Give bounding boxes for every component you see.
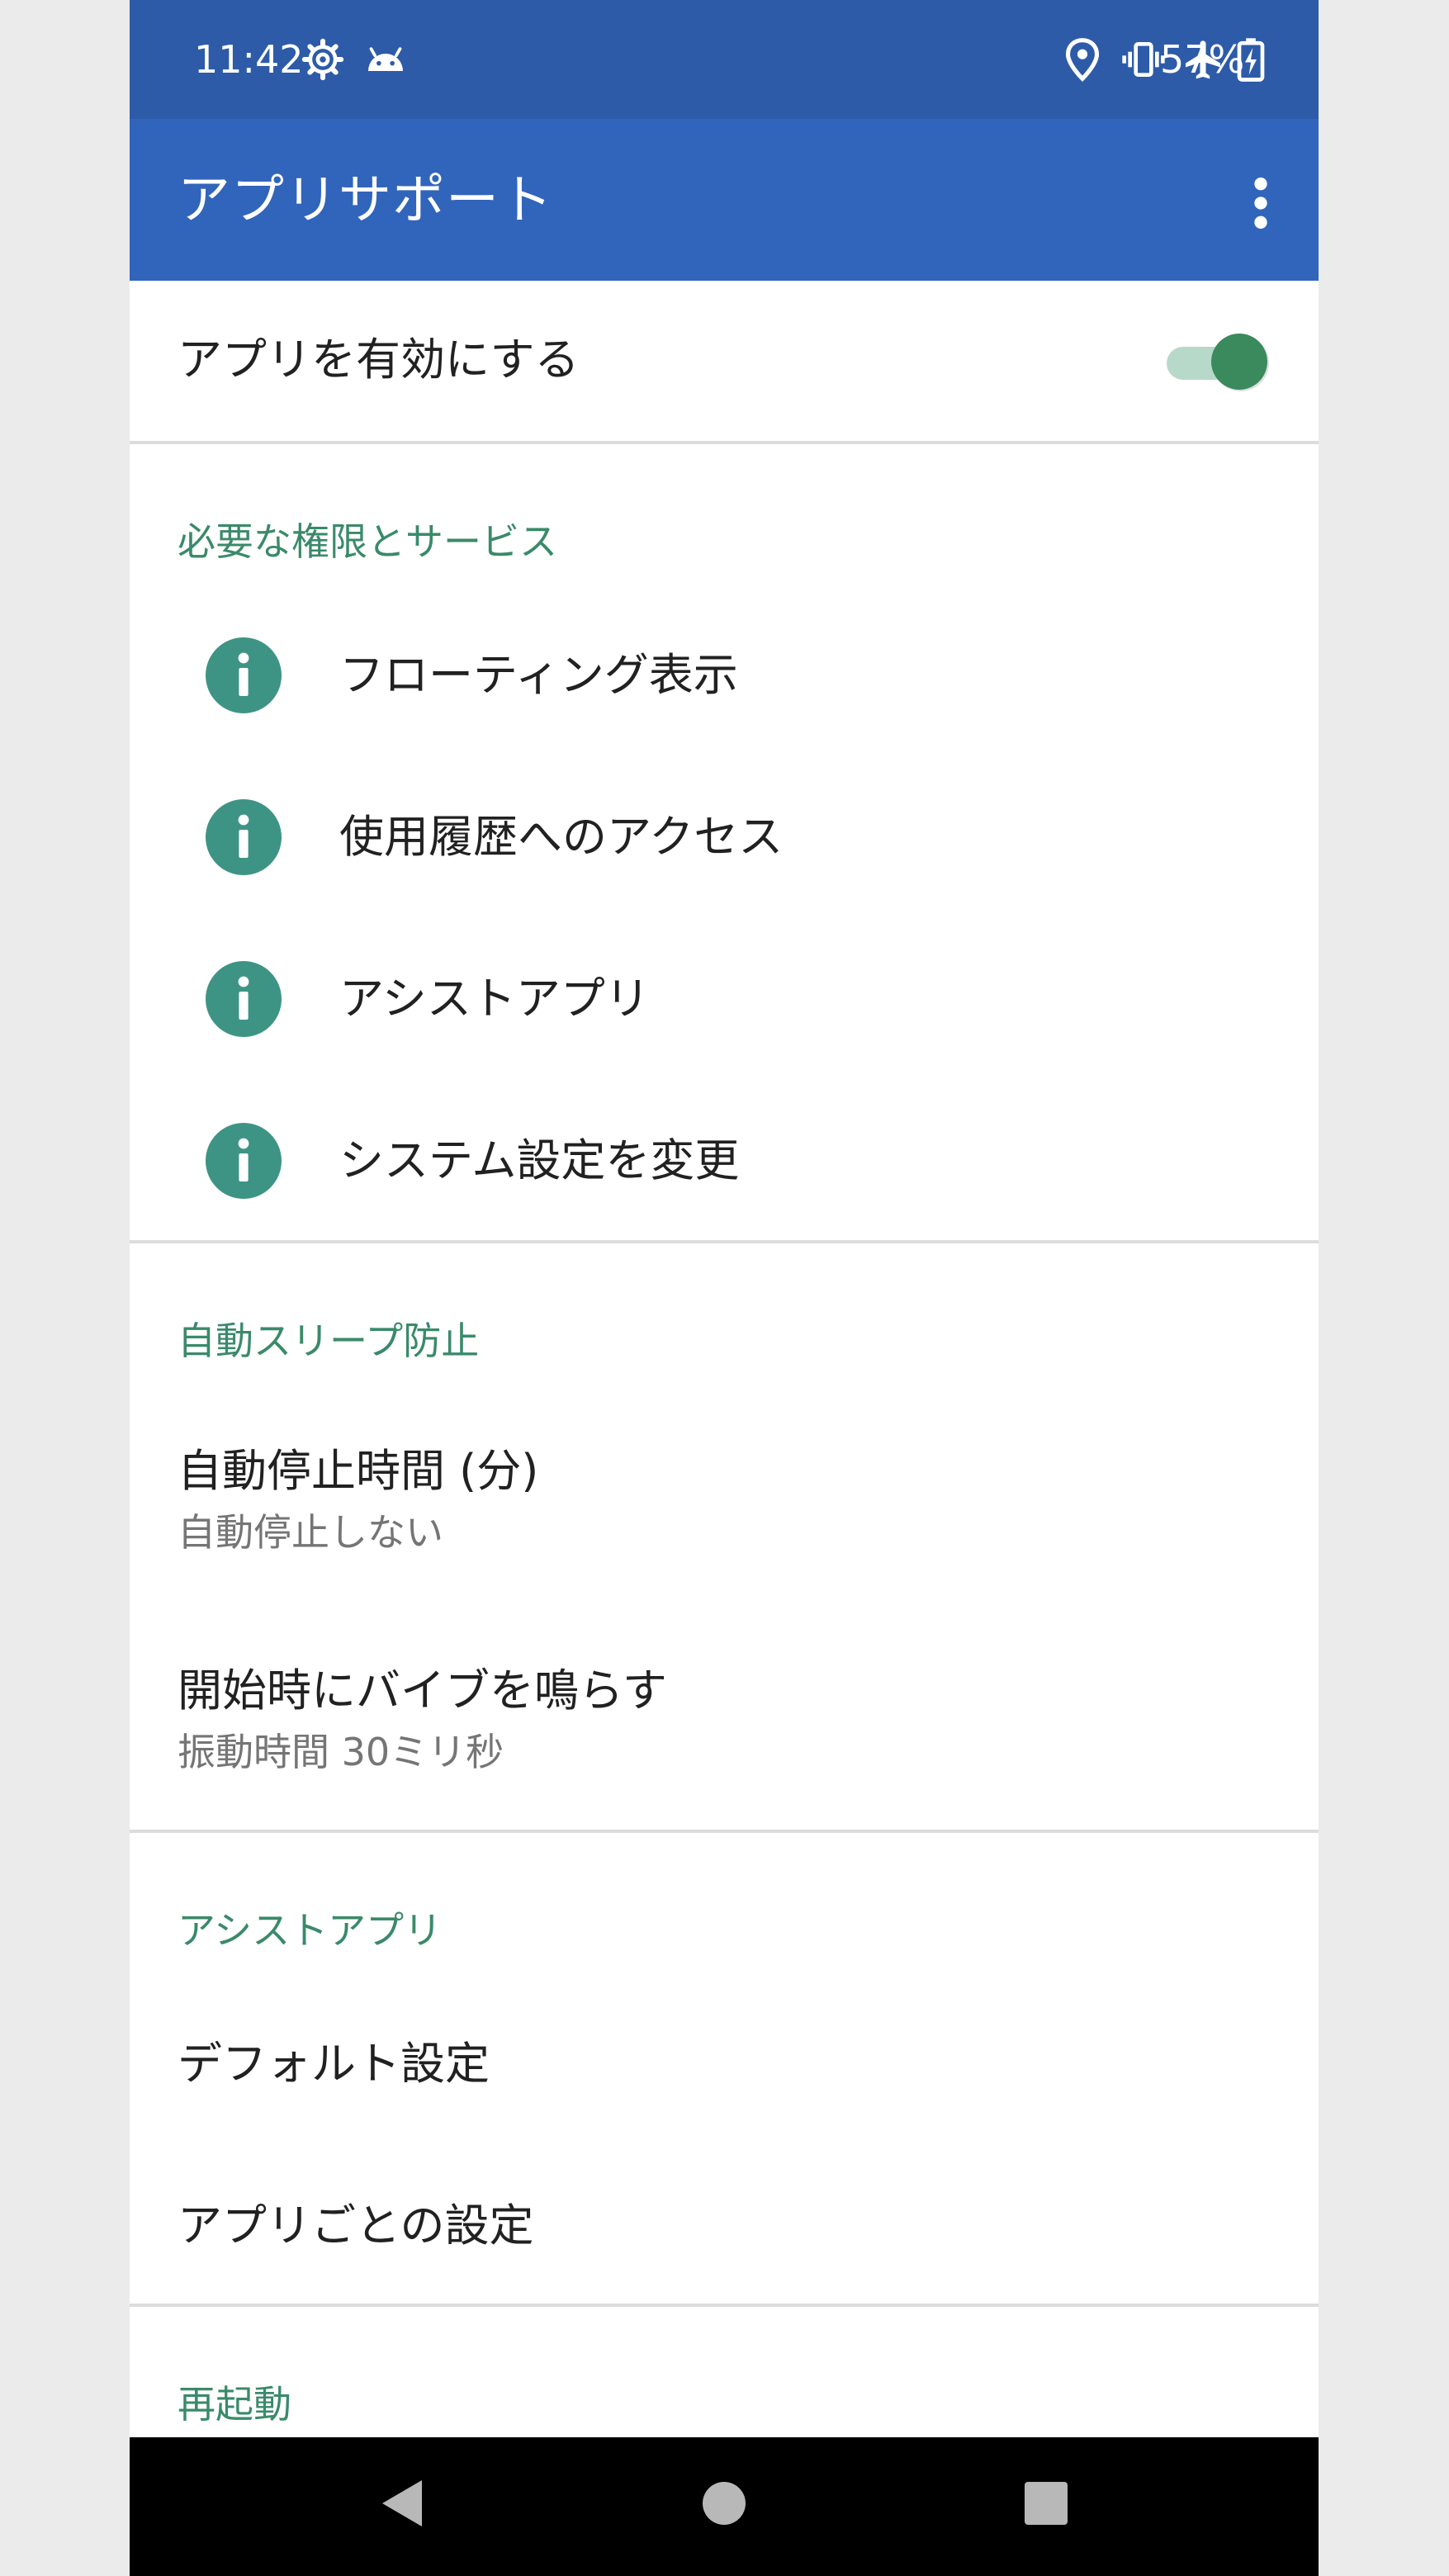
- permission-label: システム設定を変更: [339, 1134, 740, 1186]
- divider: [130, 441, 1319, 444]
- vibrate-title: 開始時にバイブを鳴らす: [178, 1664, 667, 1717]
- permissions-header: 必要な権限とサービス: [178, 519, 557, 564]
- permission-label: フローティング表示: [339, 649, 738, 701]
- permission-label: アシストアプリ: [339, 973, 650, 1025]
- assist-default-setting[interactable]: デフォルト設定: [130, 1985, 1319, 2147]
- enable-app-label: アプリを有効にする: [178, 334, 580, 386]
- android-icon: [368, 47, 403, 71]
- auto-stop-summary: 自動停止しない: [178, 1510, 443, 1555]
- vibrate-on-start-setting[interactable]: 開始時にバイブを鳴らす 振動時間 30ミリ秒: [130, 1620, 1319, 1830]
- settings-gear-icon: [301, 38, 344, 81]
- phone-screen: 11:42 57% アプリサポート アプリを有効にする 必要な権限とサービス フ…: [130, 0, 1319, 2576]
- navigation-bar: [130, 2437, 1319, 2576]
- back-icon[interactable]: [369, 2470, 435, 2536]
- divider: [130, 2304, 1319, 2307]
- permission-item-assist-app[interactable]: アシストアプリ: [130, 920, 1319, 1082]
- status-time: 11:42: [194, 37, 304, 82]
- info-icon: [206, 799, 282, 875]
- location-icon: [1065, 38, 1100, 82]
- status-bar: 11:42 57%: [130, 0, 1319, 119]
- info-icon: [206, 961, 282, 1037]
- app-bar: アプリサポート: [130, 119, 1319, 281]
- info-icon: [206, 637, 282, 713]
- info-icon: [206, 1123, 282, 1199]
- enable-app-row[interactable]: アプリを有効にする: [130, 281, 1319, 443]
- divider: [130, 1830, 1319, 1833]
- permission-label: 使用履歴へのアクセス: [339, 811, 784, 863]
- assist-default-label: デフォルト設定: [178, 2038, 490, 2090]
- restart-section-header: 再起動: [178, 2382, 291, 2427]
- auto-stop-time-setting[interactable]: 自動停止時間 (分) 自動停止しない: [130, 1400, 1319, 1610]
- app-title: アプリサポート: [178, 170, 553, 231]
- recents-icon[interactable]: [1013, 2470, 1079, 2536]
- permission-item-modify-system-settings[interactable]: システム設定を変更: [130, 1082, 1319, 1243]
- enable-app-toggle[interactable]: [1165, 327, 1272, 398]
- assist-per-app-setting[interactable]: アプリごとの設定: [130, 2147, 1319, 2308]
- auto-stop-title: 自動停止時間 (分): [178, 1445, 539, 1497]
- home-icon[interactable]: [691, 2470, 757, 2536]
- assist-section-header: アシストアプリ: [178, 1908, 443, 1953]
- battery-percent: 57%: [1160, 37, 1245, 82]
- more-vert-icon[interactable]: [1228, 170, 1294, 236]
- permission-item-floating[interactable]: フローティング表示: [130, 596, 1319, 758]
- vibrate-summary: 振動時間 30ミリ秒: [178, 1730, 504, 1774]
- assist-per-app-label: アプリごとの設定: [178, 2200, 534, 2252]
- permission-item-usage-access[interactable]: 使用履歴へのアクセス: [130, 758, 1319, 920]
- divider: [130, 1240, 1319, 1243]
- sleep-section-header: 自動スリープ防止: [178, 1319, 480, 1363]
